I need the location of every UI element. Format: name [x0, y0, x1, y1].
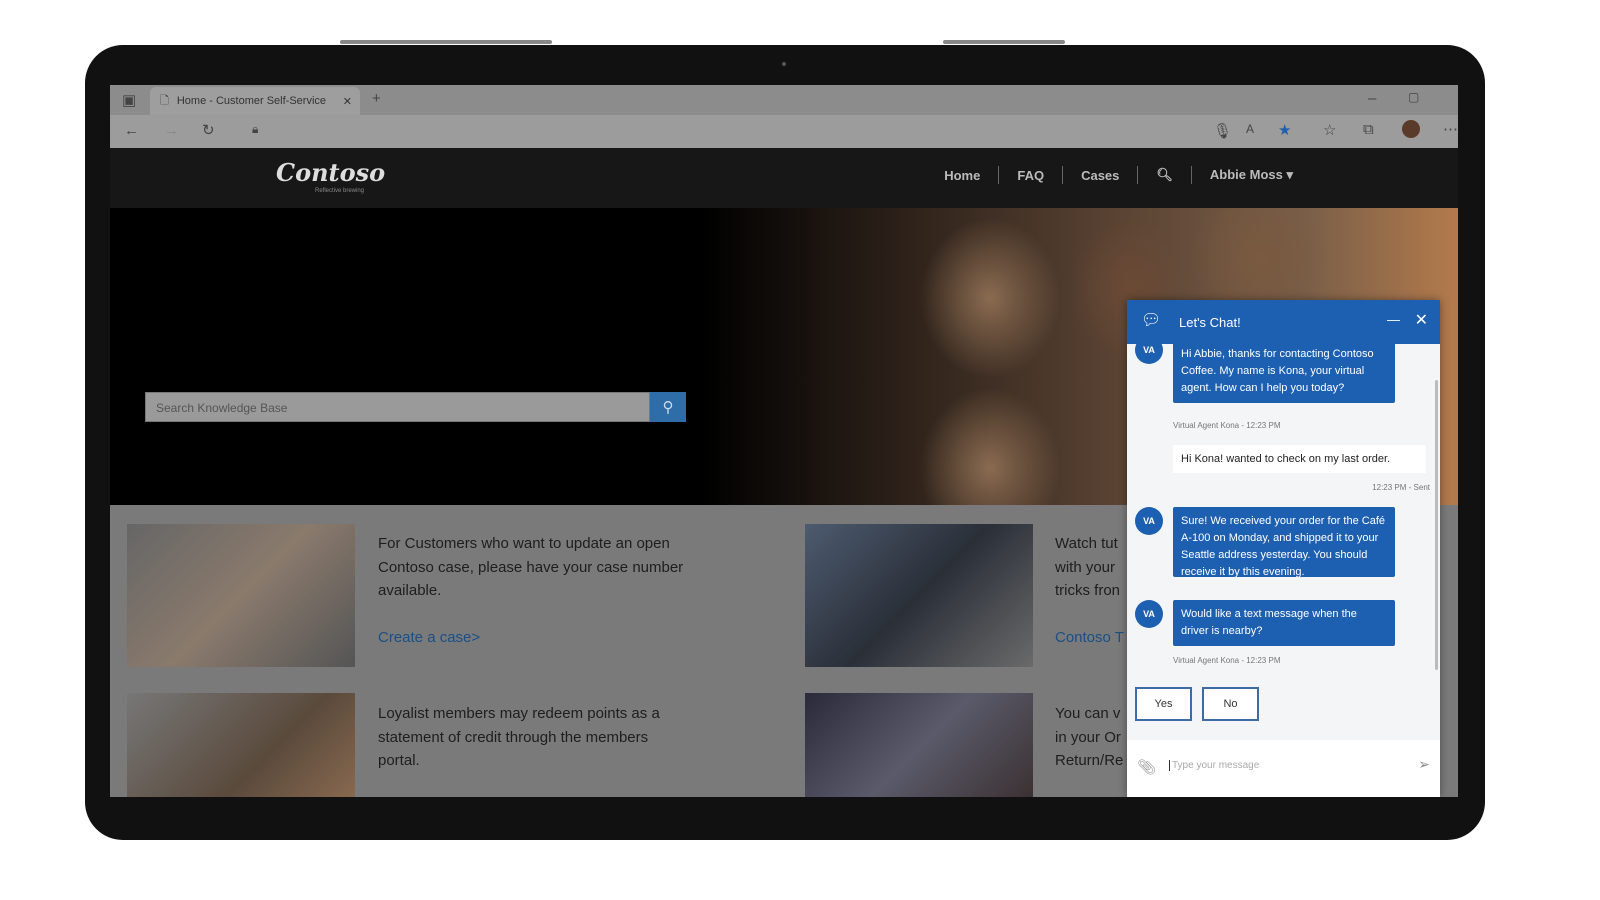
- agent-message: Hi Abbie, thanks for contacting Contoso …: [1173, 340, 1395, 403]
- tab-actions-icon[interactable]: ▣: [122, 91, 136, 109]
- browser-tab[interactable]: 🗋 Home - Customer Self-Service ✕: [150, 87, 360, 115]
- yes-button[interactable]: Yes: [1135, 687, 1192, 721]
- knowledge-search-input[interactable]: Search Knowledge Base: [145, 392, 650, 422]
- card-text: Watch tut with your tricks fron: [1055, 535, 1121, 599]
- microphone-icon[interactable]: 🎙︎: [1213, 122, 1232, 140]
- agent-message: Would like a text message when the drive…: [1173, 600, 1395, 646]
- contoso-logo[interactable]: Contoso: [276, 158, 385, 187]
- minimize-icon[interactable]: –: [1368, 90, 1376, 107]
- agent-avatar: VA: [1135, 600, 1163, 628]
- search-icon[interactable]: 🔍︎: [1156, 167, 1173, 183]
- back-icon[interactable]: ←: [124, 122, 139, 139]
- camera: [782, 62, 786, 66]
- nav-cases[interactable]: Cases: [1081, 168, 1119, 183]
- chat-header: 💬︎ Let's Chat! — ✕: [1127, 300, 1440, 344]
- chat-scrollbar[interactable]: [1435, 380, 1438, 670]
- chat-title: Let's Chat!: [1179, 314, 1241, 330]
- agent-avatar: VA: [1135, 336, 1163, 364]
- attachment-icon[interactable]: 📎︎: [1137, 758, 1156, 776]
- contoso-link[interactable]: Contoso T: [1055, 629, 1124, 646]
- message-meta: Virtual Agent Kona - 12:23 PM: [1173, 656, 1281, 665]
- chat-widget: 💬︎ Let's Chat! — ✕ VA Hi Abbie, thanks f…: [1127, 300, 1440, 797]
- page-icon: 🗋: [160, 94, 169, 107]
- user-message: Hi Kona! wanted to check on my last orde…: [1173, 445, 1426, 473]
- search-button[interactable]: ⚲: [650, 392, 686, 422]
- read-aloud-icon[interactable]: A: [1246, 122, 1254, 136]
- agent-avatar: VA: [1135, 507, 1163, 535]
- coffee-image: [805, 693, 1033, 797]
- device-button: [943, 40, 1065, 44]
- lock-icon[interactable]: 🔒︎: [252, 122, 258, 137]
- tab-bar: ▣ 🗋 Home - Customer Self-Service ✕ + – ▢: [110, 85, 1458, 115]
- browser-window: ▣ 🗋 Home - Customer Self-Service ✕ + – ▢…: [110, 85, 1458, 797]
- card-text: Loyalist members may redeem points as a …: [378, 705, 660, 769]
- chat-icon: 💬︎: [1141, 312, 1162, 329]
- search-icon: ⚲: [662, 399, 674, 416]
- profile-avatar[interactable]: [1402, 120, 1420, 138]
- create-case-link[interactable]: Create a case>: [378, 629, 480, 646]
- favorite-star-icon[interactable]: ★: [1278, 121, 1291, 139]
- agent-message: Sure! We received your order for the Caf…: [1173, 507, 1395, 578]
- site-header: Contoso Reflective brewing Home FAQ Case…: [110, 148, 1458, 208]
- logo-tagline: Reflective brewing: [315, 188, 365, 194]
- card-text: You can v in your Or Return/Re: [1055, 705, 1124, 769]
- message-input[interactable]: Type your message: [1169, 760, 1259, 771]
- main-nav: Home FAQ Cases 🔍︎ Abbie Moss ▾: [944, 166, 1293, 184]
- restore-icon[interactable]: ▢: [1408, 90, 1419, 104]
- no-button[interactable]: No: [1202, 687, 1259, 721]
- close-chat-icon[interactable]: ✕: [1415, 310, 1428, 330]
- nav-faq[interactable]: FAQ: [1017, 168, 1044, 183]
- close-tab-icon[interactable]: ✕: [343, 95, 352, 108]
- message-meta: 12:23 PM - Sent: [1372, 483, 1430, 492]
- more-icon[interactable]: ⋯: [1443, 120, 1458, 138]
- nav-home[interactable]: Home: [944, 168, 980, 183]
- message-meta: Virtual Agent Kona - 12:23 PM: [1173, 421, 1281, 430]
- refresh-icon[interactable]: ↻: [202, 121, 215, 139]
- device-button: [340, 40, 552, 44]
- tab-title: Home - Customer Self-Service: [176, 95, 327, 107]
- support-agent-image: [127, 524, 355, 667]
- minimize-chat-icon[interactable]: —: [1387, 312, 1400, 327]
- new-tab-button[interactable]: +: [372, 90, 381, 107]
- user-menu[interactable]: Abbie Moss ▾: [1210, 167, 1293, 183]
- browser-toolbar: ← → ↻ 🔒︎ 🎙︎ A ★ ☆ ⧉ ⋯: [110, 115, 1458, 148]
- laptop-image: [127, 693, 355, 797]
- card-text: For Customers who want to update an open…: [378, 535, 684, 599]
- favorites-icon[interactable]: ☆: [1323, 121, 1336, 139]
- forward-icon[interactable]: →: [164, 122, 179, 139]
- send-icon[interactable]: ➢: [1418, 756, 1430, 773]
- chat-input-row: 📎︎ Type your message ➢: [1127, 740, 1440, 797]
- tablet-image: [805, 524, 1033, 667]
- collections-icon[interactable]: ⧉: [1363, 121, 1374, 138]
